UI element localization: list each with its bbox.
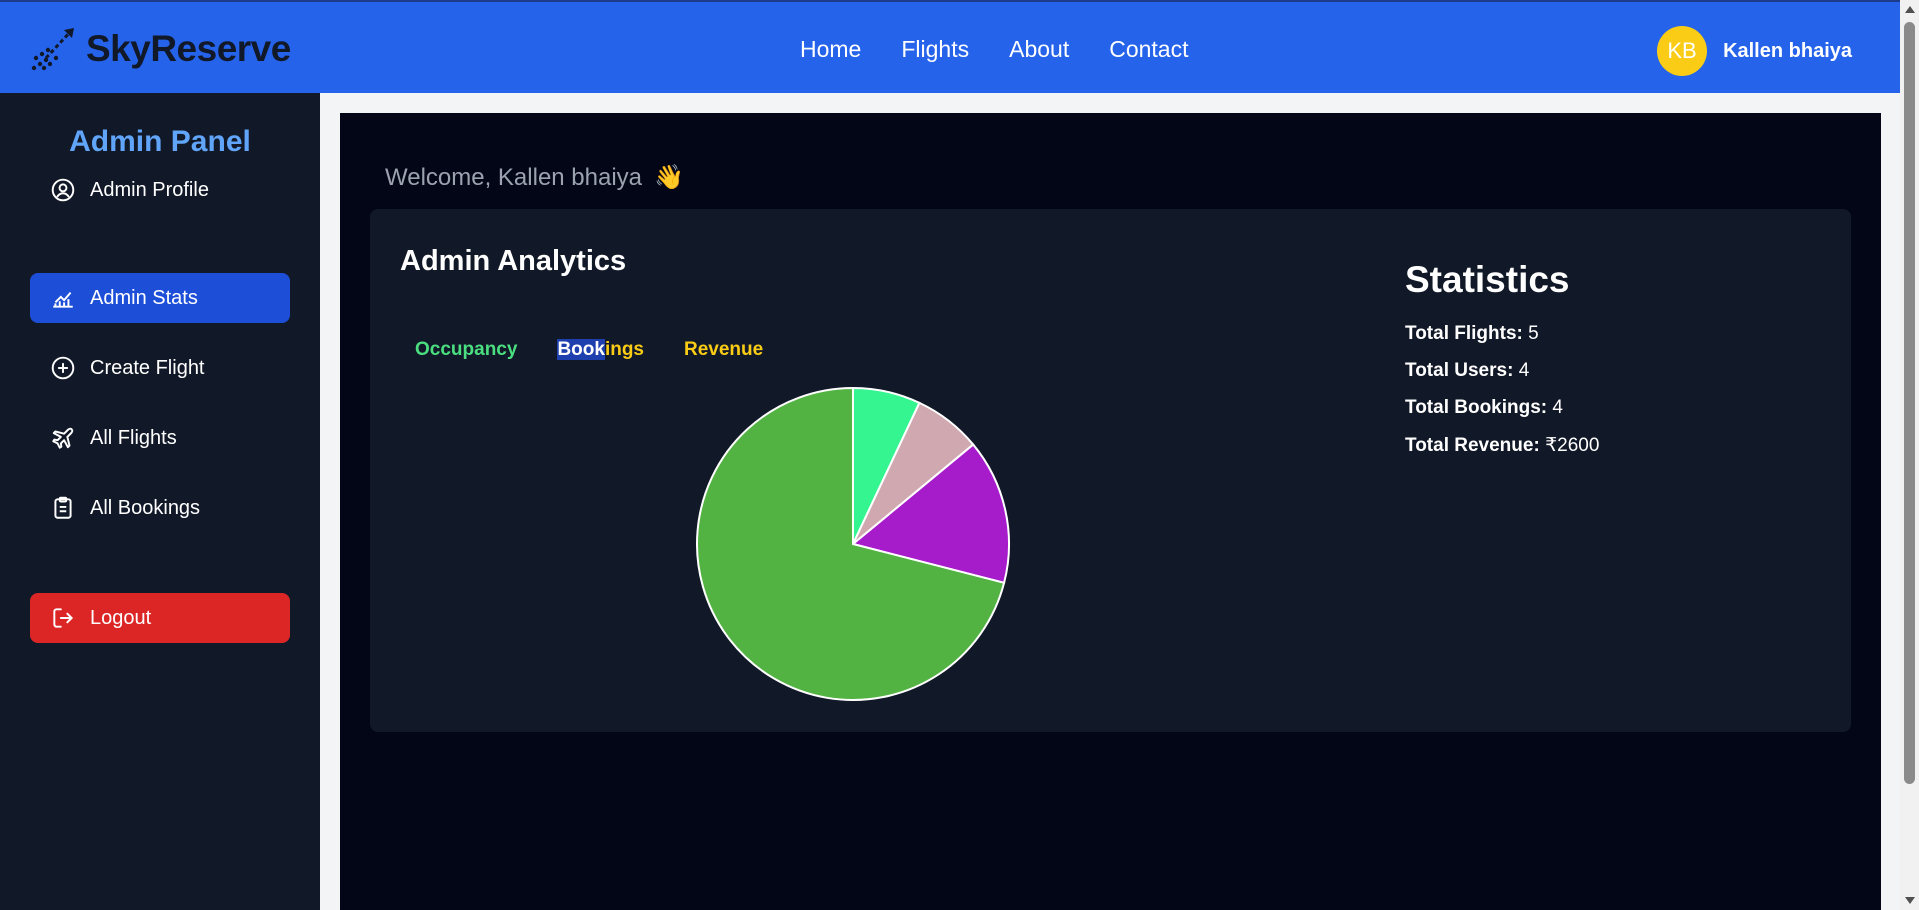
tab-occupancy[interactable]: Occupancy [415, 339, 517, 361]
sidebar-item-all-bookings[interactable]: All Bookings [30, 483, 290, 533]
sidebar-item-label: Admin Profile [90, 178, 209, 201]
plane-trajectory-icon [31, 28, 74, 71]
user-menu[interactable]: KB Kallen bhaiya [1657, 26, 1852, 76]
sidebar-item-all-flights[interactable]: All Flights [30, 413, 290, 463]
chart-tabs: Occupancy Bookings Revenue [415, 339, 763, 361]
avatar[interactable]: KB [1657, 26, 1708, 76]
main-nav: Home Flights About Contact [800, 36, 1188, 63]
brand[interactable]: SkyReserve [28, 22, 291, 76]
nav-about[interactable]: About [1009, 36, 1069, 63]
plus-circle-icon [51, 356, 75, 380]
sidebar-item-label: All Bookings [90, 496, 201, 519]
stat-total-flights: Total Flights: 5 [1405, 323, 1539, 344]
sidebar-item-admin-stats[interactable]: Admin Stats [30, 273, 290, 323]
nav-home[interactable]: Home [800, 36, 861, 63]
analytics-card: Admin Analytics Occupancy Bookings Reven… [370, 209, 1851, 732]
stat-total-users: Total Users: 4 [1405, 360, 1530, 381]
tab-revenue[interactable]: Revenue [684, 339, 763, 361]
logout-icon [53, 608, 74, 628]
clipboard-icon [54, 496, 72, 519]
user-name: Kallen bhaiya [1723, 39, 1852, 62]
scroll-up-arrow-icon[interactable] [1905, 6, 1915, 13]
nav-contact[interactable]: Contact [1109, 36, 1188, 63]
tab-bookings[interactable]: Bookings [557, 339, 644, 361]
brand-name: SkyReserve [86, 28, 291, 69]
page-scrollbar[interactable] [1900, 0, 1919, 910]
scroll-down-arrow-icon[interactable] [1905, 897, 1915, 904]
nav-flights[interactable]: Flights [901, 36, 969, 63]
sidebar-item-label: All Flights [90, 426, 177, 449]
statistics-title: Statistics [1405, 259, 1570, 300]
statistics-panel: Statistics Total Flights: 5 Total Users:… [1405, 259, 1599, 472]
sidebar-item-admin-profile[interactable]: Admin Profile [30, 165, 290, 215]
stat-total-revenue: Total Revenue: ₹2600 [1405, 435, 1600, 456]
top-navbar: SkyReserve Home Flights About Contact KB… [0, 0, 1900, 93]
sidebar-item-create-flight[interactable]: Create Flight [30, 343, 290, 393]
chart-line-icon [53, 291, 73, 308]
sidebar-item-label: Admin Stats [90, 286, 198, 309]
welcome-message: Welcome, Kallen bhaiya 👋 [385, 163, 684, 192]
card-title: Admin Analytics [400, 245, 627, 277]
wave-emoji: 👋 [654, 164, 684, 191]
scroll-thumb[interactable] [1904, 22, 1915, 784]
welcome-text: Welcome, Kallen bhaiya [385, 163, 643, 191]
logout-button[interactable]: Logout [30, 593, 290, 643]
sidebar-title: Admin Panel [69, 125, 251, 158]
plane-icon [52, 427, 74, 449]
tab-bookings-selected-text: Book [557, 339, 605, 360]
tab-bookings-rest: ings [604, 339, 644, 360]
stat-total-bookings: Total Bookings: 4 [1405, 397, 1563, 418]
pie-chart[interactable] [693, 384, 1013, 704]
logout-label: Logout [90, 606, 152, 629]
sidebar-item-label: Create Flight [90, 356, 205, 379]
main-content: Welcome, Kallen bhaiya 👋 Admin Analytics… [340, 113, 1881, 910]
sidebar: Admin Panel Admin Profile Admin Stats Cr… [0, 93, 320, 910]
user-circle-icon [51, 178, 75, 202]
